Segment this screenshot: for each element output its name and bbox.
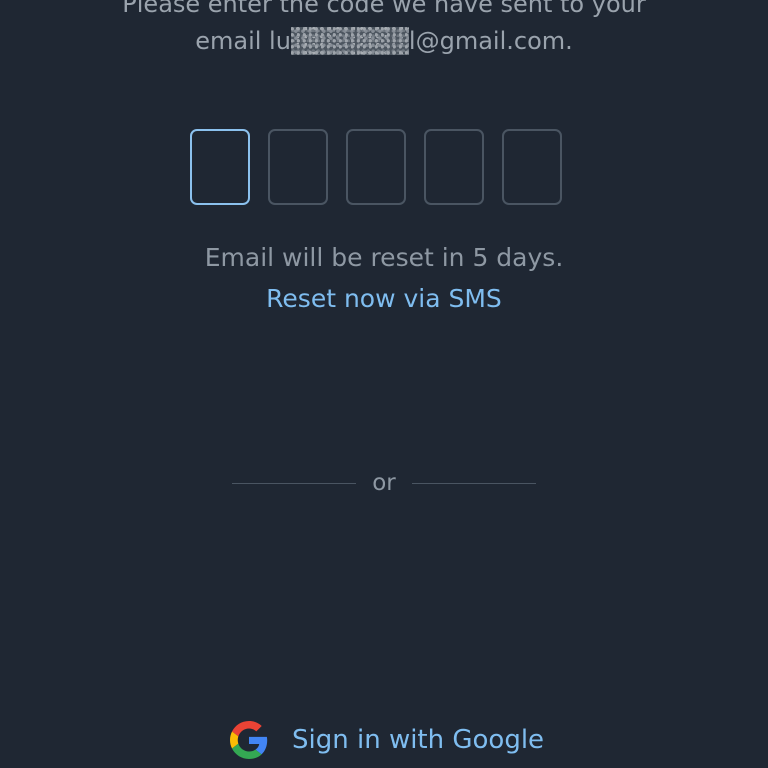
reset-note: Email will be reset in 5 days.	[204, 243, 564, 272]
code-digit-input-5[interactable]	[502, 129, 562, 205]
email-suffix: l@gmail.com.	[408, 27, 573, 55]
divider-rule-right	[412, 483, 536, 484]
code-digit-input-2[interactable]	[268, 129, 328, 205]
reset-via-sms-link[interactable]: Reset now via SMS	[0, 284, 768, 313]
google-g-icon	[230, 721, 268, 759]
code-digit-input-4[interactable]	[424, 129, 484, 205]
code-digit-input-3[interactable]	[346, 129, 406, 205]
code-input-group	[190, 129, 562, 205]
redacted-email-segment	[290, 27, 409, 55]
instructions-line-2: email lu l@gmail.com.	[0, 23, 768, 60]
or-divider: or	[232, 470, 536, 496]
code-digit-input-1[interactable]	[190, 129, 250, 205]
instructions-text: Please enter the code we have sent to yo…	[0, 0, 768, 60]
sign-in-with-google-button[interactable]: Sign in with Google	[230, 718, 544, 762]
email-prefix: email lu	[195, 27, 291, 55]
google-button-label: Sign in with Google	[292, 725, 545, 755]
verification-screen: Please enter the code we have sent to yo…	[0, 0, 768, 768]
instructions-line-1: Please enter the code we have sent to yo…	[122, 0, 646, 18]
